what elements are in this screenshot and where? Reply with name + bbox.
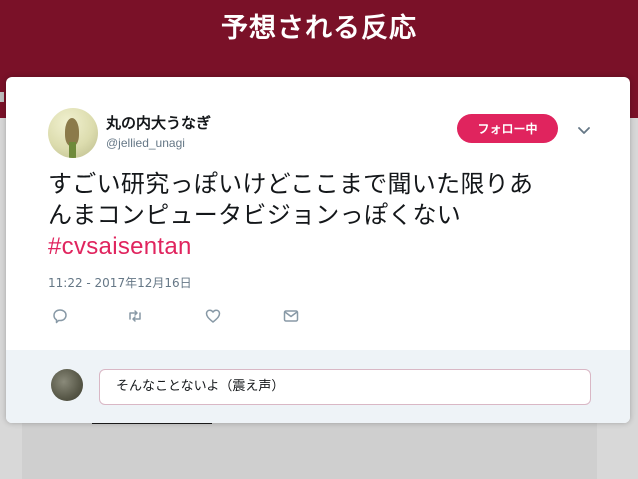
retweet-icon[interactable] (125, 306, 145, 326)
hashtag-link[interactable]: #cvsaisentan (48, 231, 618, 262)
tweet-card: 丸の内大うなぎ @jellied_unagi フォロー中 すごい研究っぽいけどこ… (6, 77, 630, 423)
chevron-down-icon[interactable] (574, 120, 594, 140)
author-avatar[interactable] (48, 108, 98, 158)
following-button[interactable]: フォロー中 (457, 114, 558, 143)
avatar-stem (69, 142, 76, 158)
envelope-icon[interactable] (281, 306, 301, 326)
reply-input[interactable]: そんなことないよ（震え声） (99, 369, 591, 405)
background-edge-mark (0, 92, 4, 102)
heart-icon[interactable] (203, 306, 223, 326)
user-avatar (51, 369, 83, 401)
author-name[interactable]: 丸の内大うなぎ (106, 112, 211, 133)
reply-icon[interactable] (50, 306, 70, 326)
tweet-text: すごい研究っぽいけどここまで聞いた限りあ んまコンピュータビジョンっぽくない #… (48, 169, 618, 262)
tweet-text-line: すごい研究っぽいけどここまで聞いた限りあ (48, 170, 534, 198)
tweet-timestamp[interactable]: 11:22 - 2017年12月16日 (48, 274, 192, 291)
author-handle[interactable]: @jellied_unagi (106, 136, 185, 150)
slide-title: 予想される反応 (221, 13, 417, 44)
tweet-text-line: んまコンピュータビジョンっぽくない (48, 201, 462, 229)
